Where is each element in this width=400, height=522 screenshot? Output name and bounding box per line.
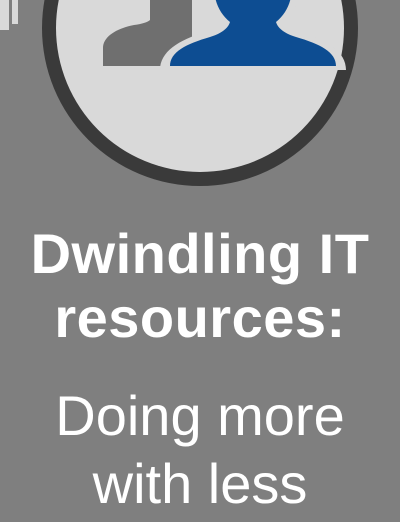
subhead-line-2: with less (92, 452, 308, 515)
subhead-line-1: Doing more (55, 384, 345, 447)
headline-line-2: resources: (54, 286, 346, 349)
subhead: Doing more with less (0, 382, 400, 518)
people-icon (42, 0, 358, 186)
headline: Dwindling IT resources: (0, 222, 400, 350)
headline-line-1: Dwindling IT (30, 222, 370, 285)
